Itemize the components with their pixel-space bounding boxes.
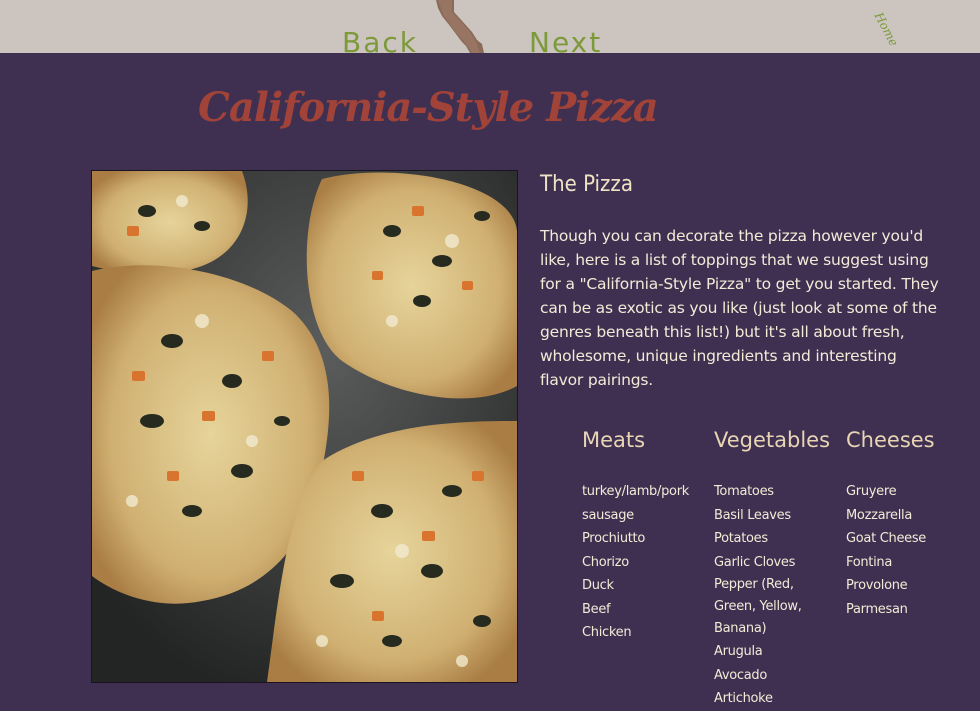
list-item: Tomatoes xyxy=(714,484,774,499)
list-item: Parmesan xyxy=(846,601,908,617)
list-item: Avocado xyxy=(714,667,767,683)
list-item: Prochiutto xyxy=(582,531,646,546)
list-item: Chorizo xyxy=(582,554,629,570)
california-icon xyxy=(436,0,484,53)
list-item: Chicken xyxy=(582,625,632,640)
vegetables-list: Tomatoes Basil Leaves Potatoes Garlic Cl… xyxy=(714,480,824,711)
home-state-logo[interactable]: Home xyxy=(432,0,901,53)
list-item: Provolone xyxy=(846,578,908,593)
list-item: Fontina xyxy=(846,554,893,570)
section-heading: The Pizza xyxy=(540,172,633,197)
vegetables-heading: Vegetables xyxy=(714,428,831,452)
cheeses-heading: Cheeses xyxy=(846,428,935,452)
list-item: Artichoke xyxy=(714,691,773,706)
list-item: Potatoes xyxy=(714,531,768,546)
back-link[interactable]: Back xyxy=(342,26,418,59)
list-item: Goat Cheese xyxy=(846,531,927,546)
page-title: California-Style Pizza xyxy=(198,84,659,131)
list-item: turkey/lamb/pork sausage xyxy=(582,484,689,523)
top-nav-bar xyxy=(0,0,980,53)
meats-list: turkey/lamb/pork sausage Prochiutto Chor… xyxy=(582,480,707,645)
list-item: Duck xyxy=(582,578,614,593)
list-item: Garlic Cloves xyxy=(714,554,796,570)
list-item: Arugula xyxy=(714,644,763,659)
pizza-photo xyxy=(91,170,518,683)
intro-paragraph: Though you can decorate the pizza howeve… xyxy=(540,227,939,389)
list-item: Gruyere xyxy=(846,484,897,499)
list-item: Beef xyxy=(582,601,611,617)
list-item: Basil Leaves xyxy=(714,507,791,523)
cheeses-list: Gruyere Mozzarella Goat Cheese Fontina P… xyxy=(846,480,956,621)
list-item: Pepper (Red, Green, Yellow, Banana) xyxy=(714,577,802,636)
next-link[interactable]: Next xyxy=(529,26,602,59)
list-item: Mozzarella xyxy=(846,507,913,523)
meats-heading: Meats xyxy=(582,428,646,452)
